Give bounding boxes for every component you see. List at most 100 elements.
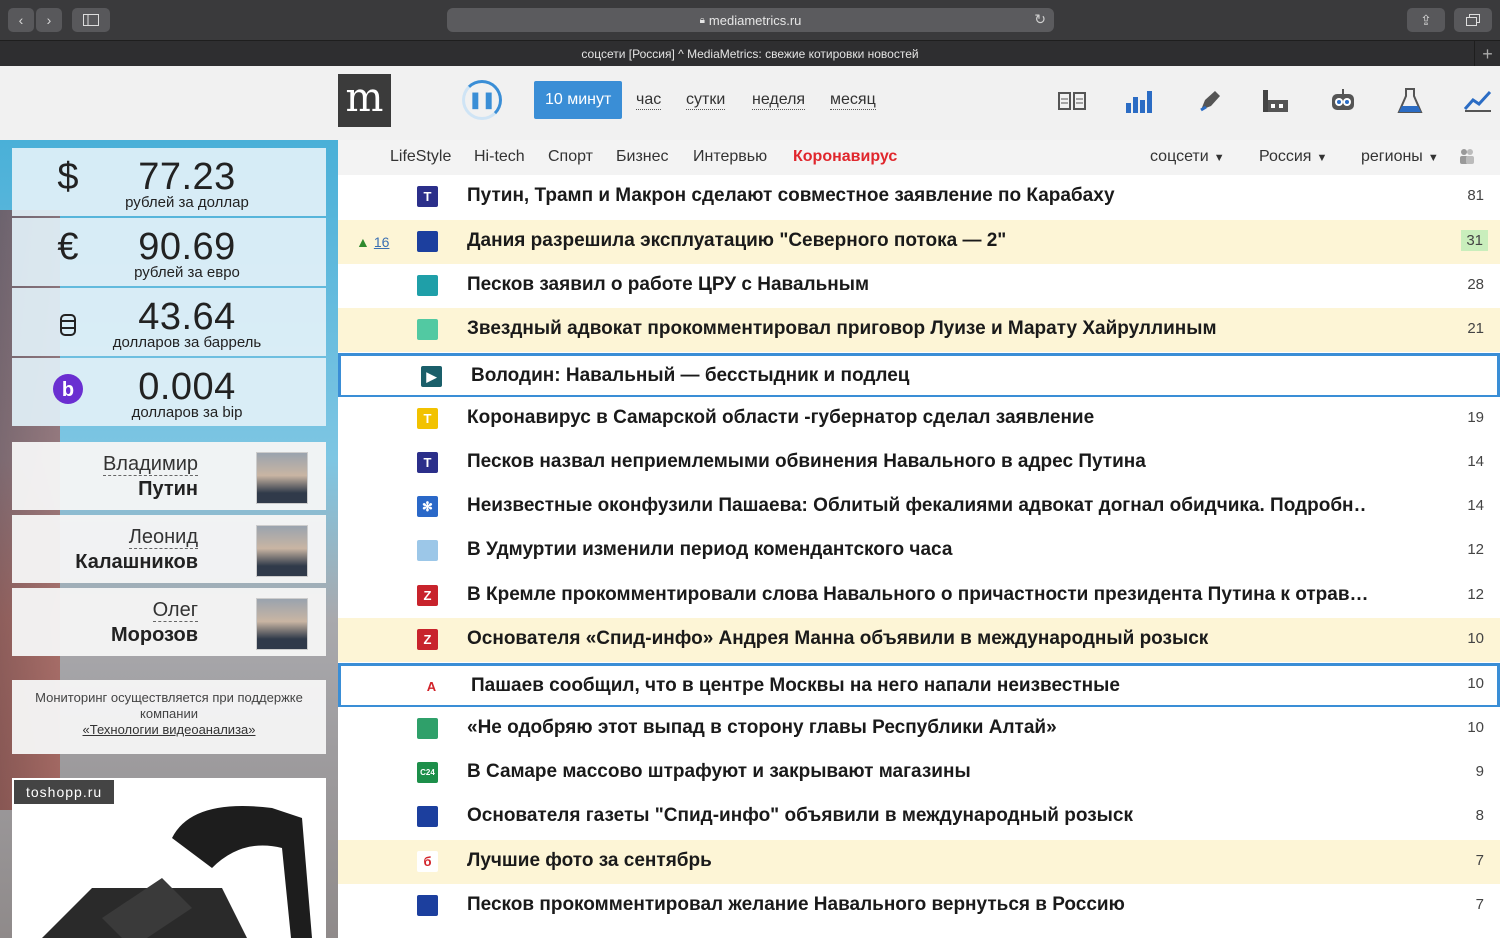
rate-bip[interactable]: b 0.004 долларов за bip [12, 358, 326, 426]
news-title[interactable]: Песков прокомментировал желание Навально… [467, 894, 1367, 916]
share-icon[interactable]: ⇪ [1407, 8, 1445, 32]
period-day[interactable]: сутки [686, 81, 726, 119]
news-row[interactable]: Z В Кремле прокомментировали слова Наваль… [338, 574, 1500, 618]
source-logo-icon[interactable] [417, 319, 438, 340]
news-title[interactable]: Основателя газеты "Спид-инфо" объявили в… [467, 805, 1367, 827]
news-row[interactable]: Звездный адвокат прокомментировал пригов… [338, 308, 1500, 352]
news-row[interactable]: Песков заявил о работе ЦРУ с Навальным 28 [338, 264, 1500, 308]
people-icon[interactable] [1458, 147, 1476, 170]
news-title[interactable]: Пашаев сообщил, что в центре Москвы на н… [471, 675, 1371, 697]
news-row[interactable]: T Коронавирус в Самарской области -губерн… [338, 397, 1500, 441]
news-title[interactable]: Неизвестные оконфузили Пашаева: Облитый … [467, 495, 1367, 517]
news-title[interactable]: Звездный адвокат прокомментировал пригов… [467, 318, 1367, 340]
period-week[interactable]: неделя [752, 81, 806, 119]
site-logo[interactable]: m [338, 74, 391, 127]
source-logo-icon[interactable]: ▶ [421, 366, 442, 387]
filter-country-dropdown[interactable]: Россия ▼ [1259, 148, 1327, 166]
rate-eur[interactable]: € 90.69 рублей за евро [12, 218, 326, 286]
bar-chart-icon[interactable] [1122, 84, 1156, 118]
news-title[interactable]: Лучшие фото за сентябрь [467, 850, 1367, 872]
category-business[interactable]: Бизнес [616, 148, 669, 166]
source-logo-icon[interactable] [417, 540, 438, 561]
source-logo-icon[interactable] [417, 275, 438, 296]
forward-icon[interactable]: › [36, 8, 62, 32]
news-title[interactable]: Основателя «Спид-инфо» Андрея Манна объя… [467, 628, 1367, 650]
news-row[interactable]: C24 В Самаре массово штрафуют и закрывают… [338, 751, 1500, 795]
period-10min[interactable]: 10 минут [534, 81, 623, 119]
news-title[interactable]: Коронавирус в Самарской области -губерна… [467, 407, 1367, 429]
period-month[interactable]: месяц [830, 81, 876, 119]
news-title[interactable]: «Не одобряю этот выпад в сторону главы Р… [467, 717, 1367, 739]
rate-unit: рублей за доллар [125, 194, 249, 211]
source-logo-icon[interactable]: C24 [417, 762, 438, 783]
tab-title[interactable]: соцсети [Россия] ^ MediaMetrics: свежие … [581, 47, 918, 61]
source-logo-icon[interactable]: б [417, 851, 438, 872]
period-hour[interactable]: час [636, 81, 662, 119]
flask-icon[interactable] [1393, 84, 1427, 118]
news-row[interactable]: ▶ Володин: Навальный — бесстыдник и подле… [338, 353, 1500, 398]
pause-icon[interactable]: ❚❚ [462, 80, 502, 120]
news-row[interactable]: Z Основателя «Спид-инфо» Андрея Манна объ… [338, 618, 1500, 662]
address-bar[interactable]: 🔒︎ mediametrics.ru ↻ [447, 8, 1054, 32]
source-logo-icon[interactable]: T [417, 186, 438, 207]
news-row[interactable]: «Не одобряю этот выпад в сторону главы Р… [338, 707, 1500, 751]
news-row[interactable]: ✻ Неизвестные оконфузили Пашаева: Облитый… [338, 485, 1500, 529]
news-row[interactable]: T Песков назвал неприемлемыми обвинения Н… [338, 441, 1500, 485]
source-logo-icon[interactable] [417, 231, 438, 252]
tab-bar: соцсети [Россия] ^ MediaMetrics: свежие … [0, 40, 1500, 67]
news-row[interactable]: Основателя газеты "Спид-инфо" объявили в… [338, 795, 1500, 839]
rate-oil[interactable]: 43.64 долларов за баррель [12, 288, 326, 356]
ad-banner[interactable]: toshopp.ru [12, 778, 326, 938]
news-row[interactable]: T Путин, Трамп и Макрон сделают совместно… [338, 175, 1500, 219]
category-lifestyle[interactable]: LifeStyle [390, 148, 451, 166]
sidebar-toggle-icon[interactable] [72, 8, 110, 32]
trend-value[interactable]: 16 [374, 234, 390, 250]
source-logo-icon[interactable]: Z [417, 629, 438, 650]
category-hitech[interactable]: Hi-tech [474, 148, 525, 166]
filter-regions-dropdown[interactable]: регионы ▼ [1361, 148, 1439, 166]
source-logo-icon[interactable] [417, 718, 438, 739]
filter-socials-dropdown[interactable]: соцсети ▼ [1150, 148, 1225, 166]
news-title[interactable]: Володин: Навальный — бесстыдник и подлец [471, 365, 1371, 387]
news-row[interactable]: б Лучшие фото за сентябрь 7 [338, 840, 1500, 884]
news-title[interactable]: В Кремле прокомментировали слова Навальн… [467, 584, 1367, 606]
back-icon[interactable]: ‹ [8, 8, 34, 32]
trend-indicator[interactable]: ▲ 16 [356, 234, 389, 250]
category-sport[interactable]: Спорт [548, 148, 593, 166]
person-card[interactable]: Леонид Калашников [12, 515, 326, 583]
source-logo-icon[interactable]: Z [417, 585, 438, 606]
columns-icon[interactable] [1055, 84, 1089, 118]
tabs-overview-icon[interactable] [1454, 8, 1492, 32]
rate-usd[interactable]: $ 77.23 рублей за доллар [12, 148, 326, 216]
person-card[interactable]: Владимир Путин [12, 442, 326, 510]
rate-value: 77.23 [138, 156, 236, 198]
source-logo-icon[interactable]: A [421, 676, 442, 697]
factory-icon[interactable] [1258, 84, 1292, 118]
source-logo-icon[interactable]: ✻ [417, 496, 438, 517]
news-row[interactable]: A Пашаев сообщил, что в центре Москвы на … [338, 663, 1500, 708]
news-row[interactable]: ▲ 16 Дания разрешила эксплуатацию "Северно… [338, 220, 1500, 264]
category-coronavirus[interactable]: Коронавирус [793, 148, 897, 166]
news-row[interactable]: Песков прокомментировал желание Навально… [338, 884, 1500, 928]
line-chart-icon[interactable] [1461, 84, 1495, 118]
news-title[interactable]: Путин, Трамп и Макрон сделают совместное… [467, 185, 1367, 207]
sponsor-link[interactable]: «Технологии видеоанализа» [24, 722, 314, 738]
robot-icon[interactable] [1326, 84, 1360, 118]
news-title[interactable]: Дания разрешила эксплуатацию "Северного … [467, 230, 1367, 252]
news-title[interactable]: В Самаре массово штрафуют и закрывают ма… [467, 761, 1367, 783]
source-logo-icon[interactable]: T [417, 408, 438, 429]
news-title[interactable]: Песков назвал неприемлемыми обвинения На… [467, 451, 1367, 473]
news-title[interactable]: Песков заявил о работе ЦРУ с Навальным [467, 274, 1367, 296]
news-title[interactable]: В Удмуртии изменили период комендантског… [467, 539, 1367, 561]
source-logo-icon[interactable]: T [417, 452, 438, 473]
mention-count: 19 [1467, 409, 1484, 426]
mention-count: 12 [1467, 586, 1484, 603]
category-interview[interactable]: Интервью [693, 148, 767, 166]
source-logo-icon[interactable] [417, 806, 438, 827]
new-tab-icon[interactable]: + [1474, 41, 1500, 67]
news-row[interactable]: В Удмуртии изменили период комендантског… [338, 529, 1500, 573]
pen-icon[interactable] [1193, 84, 1227, 118]
source-logo-icon[interactable] [417, 895, 438, 916]
reload-icon[interactable]: ↻ [1034, 11, 1046, 28]
person-card[interactable]: Олег Морозов [12, 588, 326, 656]
